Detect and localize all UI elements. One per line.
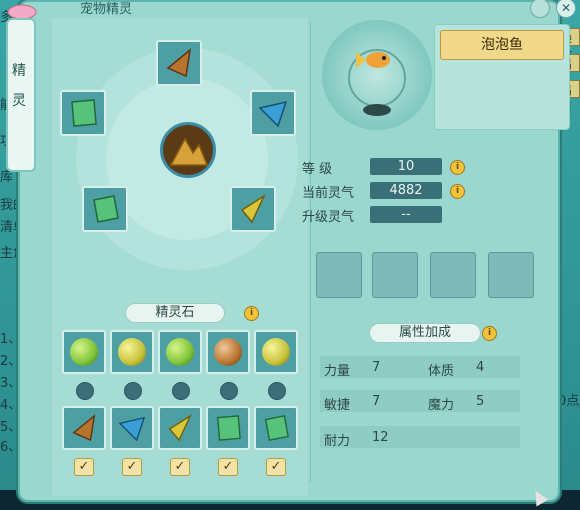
link-dot [172, 382, 190, 400]
stone-slot[interactable] [254, 406, 298, 450]
tab-char: 灵 [12, 93, 26, 109]
gem-icon [264, 415, 289, 441]
attr-value: 7 [372, 394, 381, 409]
spirit-stone-section: 精灵石 i ✓ ✓ ✓ ✓ ✓ [52, 18, 308, 496]
stone-slot[interactable] [206, 406, 250, 450]
orb-slot[interactable] [206, 330, 250, 374]
attr-value: 12 [372, 430, 389, 445]
gem-slot-bottom-right[interactable] [230, 186, 276, 232]
orb-slot[interactable] [158, 330, 202, 374]
gem-slot-right[interactable] [250, 90, 296, 136]
gem-icon [71, 99, 97, 127]
stone-slot[interactable] [62, 406, 106, 450]
equip-slot[interactable] [372, 252, 418, 298]
goldfish-icon [348, 49, 406, 116]
orb-slot[interactable] [254, 330, 298, 374]
stone-slot[interactable] [158, 406, 202, 450]
panel-title: 宠物精灵 [80, 2, 133, 17]
upgrade-value: -- [370, 206, 442, 223]
gem-icon [258, 100, 288, 128]
attr-label: 力量 [324, 364, 351, 379]
divider [310, 22, 311, 482]
attr-label: 魔力 [428, 398, 455, 413]
gem-icon [168, 414, 192, 442]
check-icon[interactable]: ✓ [122, 458, 142, 476]
settings-icon[interactable] [530, 0, 550, 18]
gem-icon [240, 194, 266, 224]
attr-value: 5 [476, 394, 485, 409]
gem-icon [166, 48, 192, 78]
bg-right-hint: 0点 [558, 394, 580, 409]
upgrade-label: 升级灵气 [302, 210, 355, 225]
link-dot [124, 382, 142, 400]
gem-slot-left[interactable] [60, 90, 106, 136]
orb-icon [262, 338, 290, 366]
attr-label: 耐力 [324, 434, 351, 449]
orb-icon [70, 338, 98, 366]
lotus-icon [4, 0, 40, 20]
gem-slot-bottom-left[interactable] [82, 186, 128, 232]
tab-spirit[interactable]: 精 灵 [6, 18, 36, 172]
equip-slot[interactable] [488, 252, 534, 298]
orb-slot[interactable] [110, 330, 154, 374]
gem-icon [118, 416, 146, 442]
info-coin-icon[interactable]: i [450, 184, 465, 199]
tab-char: 精 [12, 63, 26, 79]
gem-icon [72, 414, 96, 442]
equip-slot[interactable] [430, 252, 476, 298]
gem-slot-top[interactable] [156, 40, 202, 86]
orb-icon [118, 338, 146, 366]
orb-slot[interactable] [62, 330, 106, 374]
link-dot [76, 382, 94, 400]
mountain-emblem-icon [160, 122, 216, 178]
level-value: 10 [370, 158, 442, 175]
attributes-title: 属性加成 [370, 324, 480, 342]
pet-name: 泡泡鱼 [440, 30, 564, 60]
orb-icon [214, 338, 242, 366]
equip-slot[interactable] [316, 252, 362, 298]
attr-value: 7 [372, 360, 381, 375]
pet-portrait [322, 20, 432, 130]
gem-icon [93, 195, 119, 223]
check-icon[interactable]: ✓ [218, 458, 238, 476]
orb-icon [166, 338, 194, 366]
info-coin-icon[interactable]: i [450, 160, 465, 175]
check-icon[interactable]: ✓ [266, 458, 286, 476]
attr-label: 敏捷 [324, 398, 351, 413]
gem-icon [216, 415, 241, 441]
info-coin-icon[interactable]: i [482, 326, 497, 341]
spirit-value: 4882 [370, 182, 442, 199]
link-dot [220, 382, 238, 400]
stones-label: 精灵石 [126, 304, 224, 322]
attr-label: 体质 [428, 364, 455, 379]
link-dot [268, 382, 286, 400]
check-icon[interactable]: ✓ [170, 458, 190, 476]
check-icon[interactable]: ✓ [74, 458, 94, 476]
spirit-panel: 宠物精灵 ✕ 精灵石 i ✓ ✓ ✓ ✓ ✓ 泡泡鱼 等 级 10 i 当前灵气… [18, 0, 576, 502]
attr-value: 4 [476, 360, 485, 375]
level-label: 等 级 [302, 162, 333, 177]
info-coin-icon[interactable]: i [244, 306, 259, 321]
stone-slot[interactable] [110, 406, 154, 450]
spirit-label: 当前灵气 [302, 186, 355, 201]
